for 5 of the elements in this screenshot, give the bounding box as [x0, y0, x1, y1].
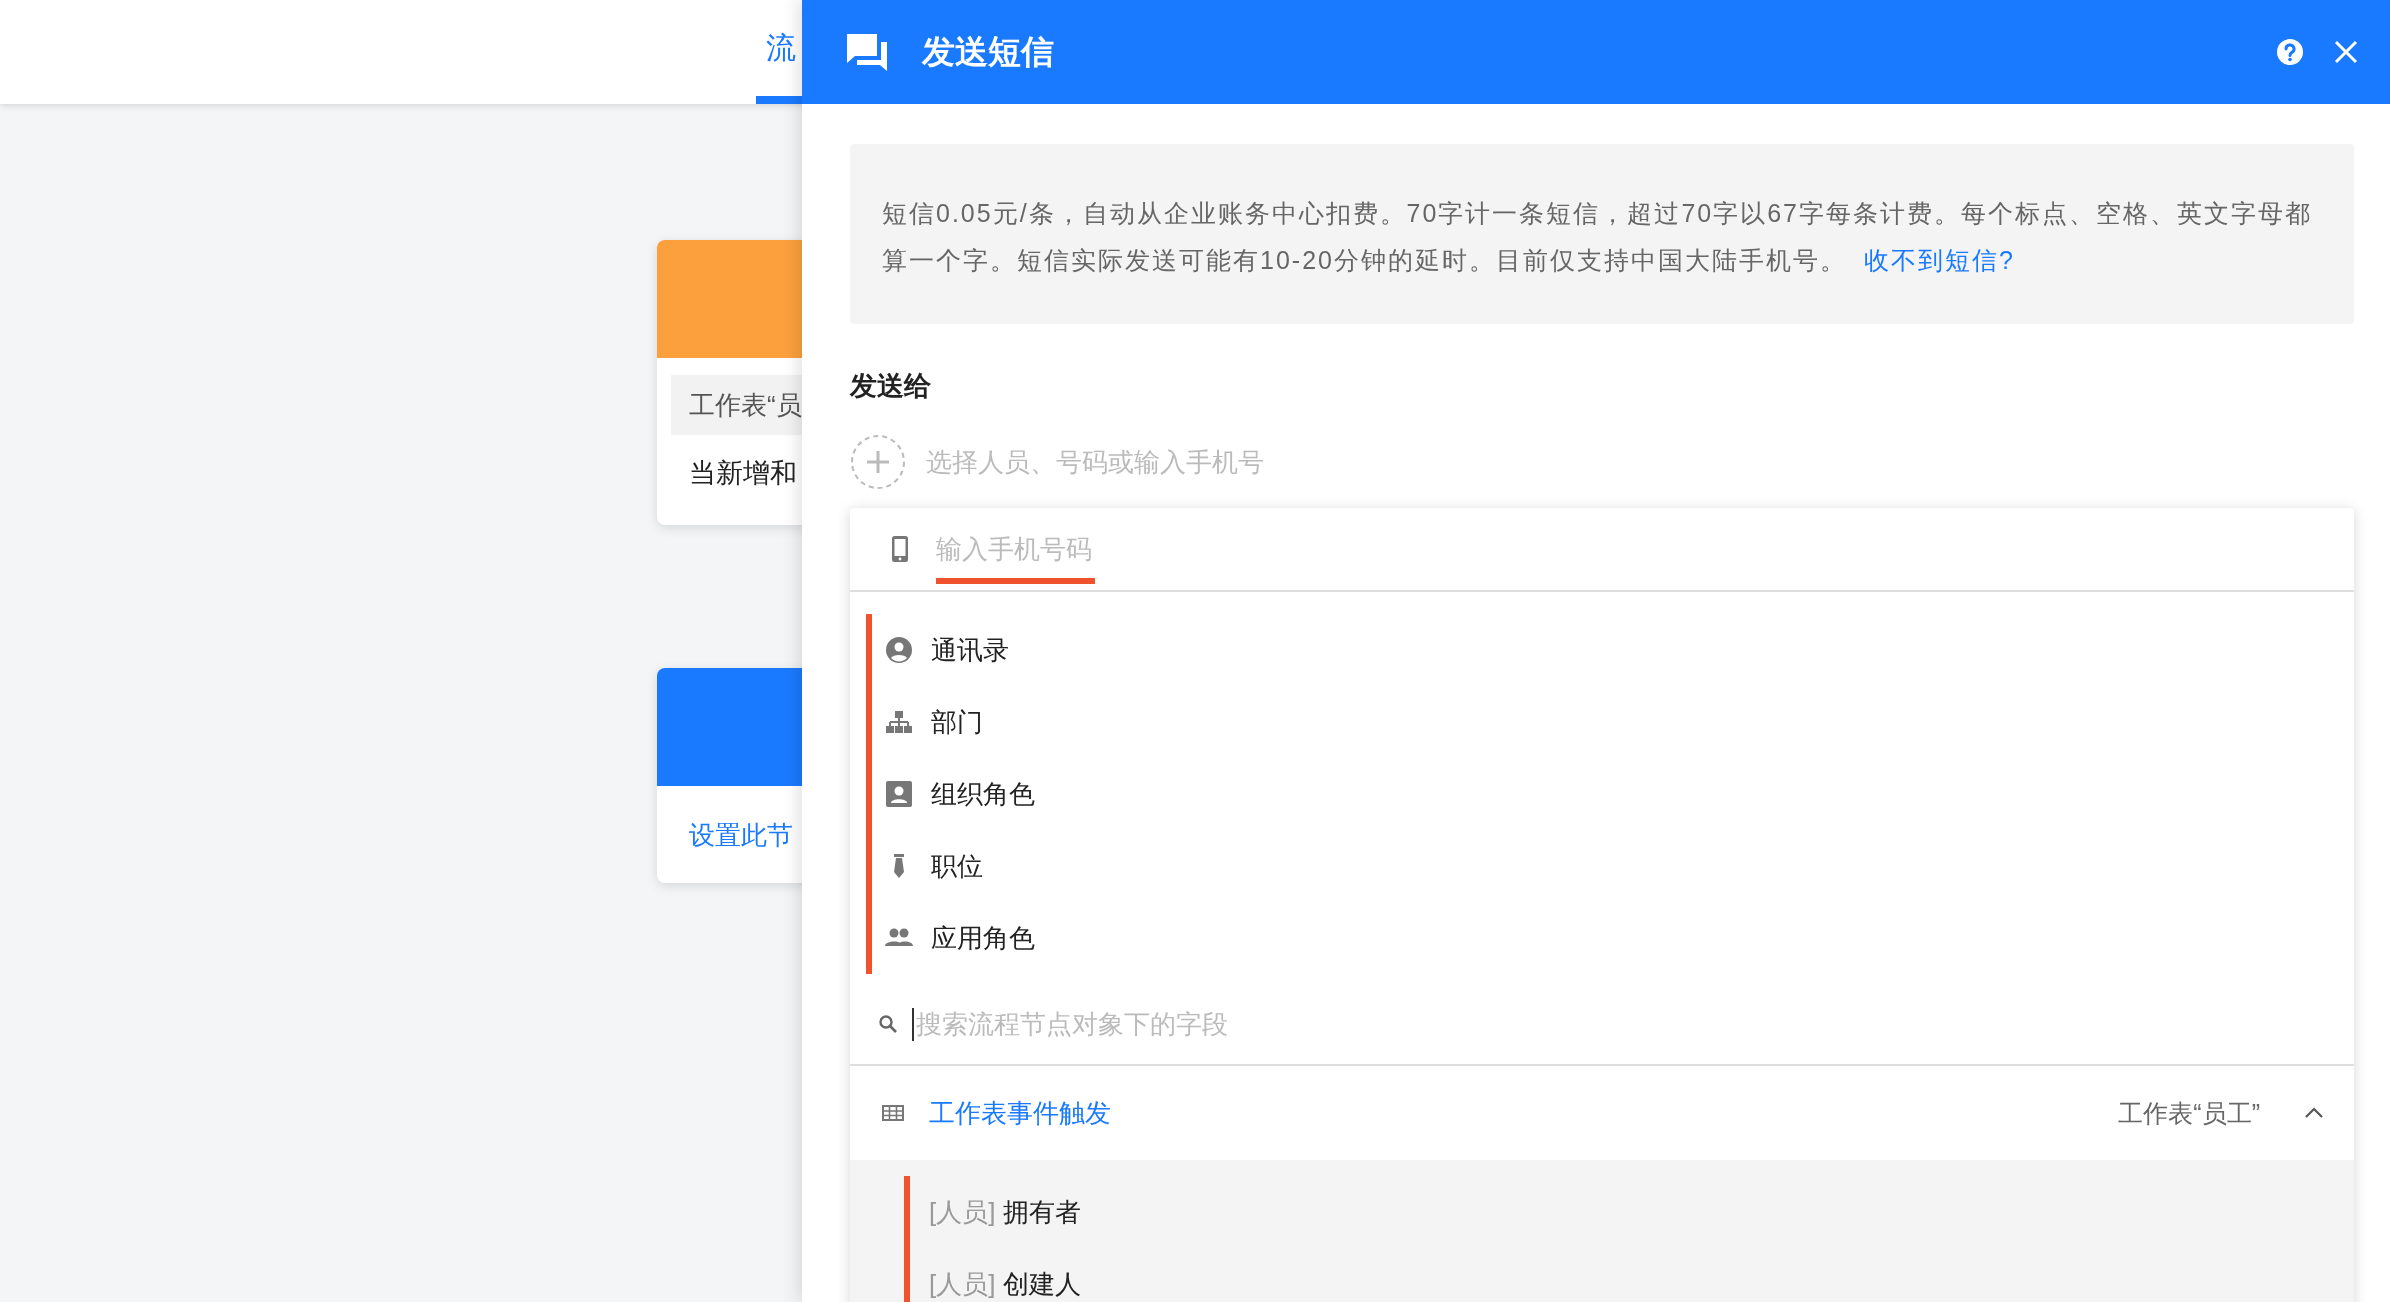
drawer-title: 发送短信	[922, 31, 1054, 72]
group-title: 工作表事件触发	[929, 1096, 1111, 1130]
card-description: 当新增和	[689, 457, 797, 490]
billing-notice: 短信0.05元/条，自动从企业账务中心扣费。70字计一条短信，超过70字以67字每条计费。每个标点、空格、英文字母都算一个字。短信实际发送可能有10-20分钟的延时。目前仅支持中国大陆手机号。 收不到短信?	[850, 144, 2354, 324]
group-source: 工作表“员工”	[2118, 1097, 2260, 1129]
